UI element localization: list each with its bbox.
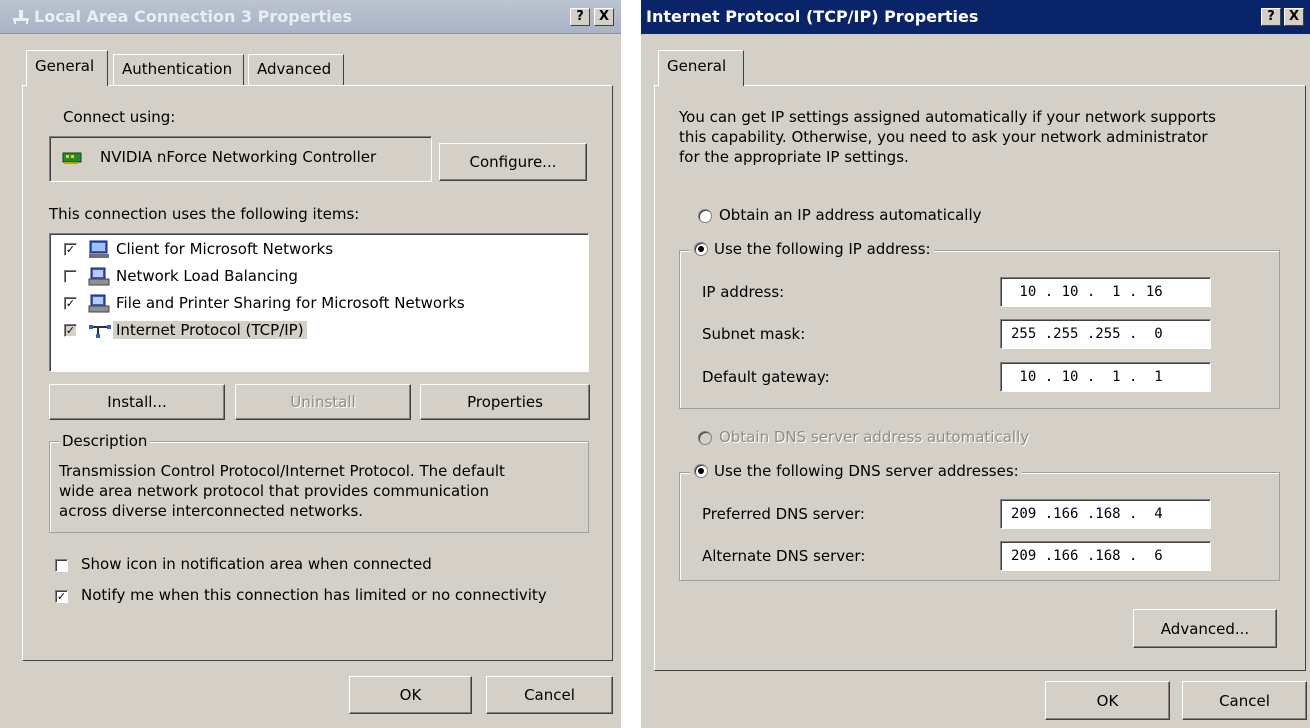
network-connection-icon — [12, 7, 30, 29]
subnet-mask-input[interactable]: 255 .255 .255 . 0 — [1000, 319, 1211, 349]
show-icon-checkbox[interactable] — [55, 559, 68, 572]
adapter-field: NVIDIA nForce Networking Controller — [49, 136, 432, 182]
default-gateway-input[interactable]: 10 . 10 . 1 . 1 — [1000, 362, 1211, 392]
tab-general[interactable]: General — [26, 50, 108, 86]
tcpip-properties-window: Internet Protocol (TCP/IP) Properties ? … — [641, 0, 1310, 728]
configure-button[interactable]: Configure... — [439, 143, 587, 181]
adapter-name: NVIDIA nForce Networking Controller — [100, 148, 377, 166]
subnet-mask-label: Subnet mask: — [702, 325, 806, 343]
show-icon-label[interactable]: Show icon in notification area when conn… — [81, 555, 432, 573]
help-button[interactable]: ? — [570, 8, 590, 26]
obtain-dns-auto-label[interactable]: Obtain DNS server address automatically — [719, 428, 1029, 446]
obtain-dns-auto-radio[interactable] — [698, 431, 712, 445]
dns-server-group: Use the following DNS server addresses: … — [679, 462, 1280, 581]
list-item[interactable]: Network Load Balancing — [50, 263, 588, 290]
obtain-ip-auto-radio[interactable] — [698, 209, 712, 223]
ip-address-group: Use the following IP address: IP address… — [679, 240, 1280, 409]
items-label: This connection uses the following items… — [49, 205, 360, 223]
network-adapter-icon — [62, 150, 84, 170]
list-item[interactable]: ✓ Client for Microsoft Networks — [50, 236, 588, 263]
close-button[interactable]: X — [1284, 8, 1304, 26]
left-window-title: Local Area Connection 3 Properties — [34, 7, 352, 26]
use-following-ip-radio[interactable] — [694, 242, 708, 256]
network-protocol-icon — [88, 321, 112, 345]
cancel-button[interactable]: Cancel — [486, 676, 613, 714]
item-checkbox[interactable]: ✓ — [64, 324, 77, 337]
tab-authentication[interactable]: Authentication — [113, 54, 244, 86]
alternate-dns-input[interactable]: 209 .166 .168 . 6 — [1000, 541, 1211, 571]
list-item[interactable]: ✓ File and Printer Sharing for Microsoft… — [50, 290, 588, 317]
item-checkbox[interactable]: ✓ — [64, 297, 77, 310]
uninstall-button[interactable]: Uninstall — [235, 384, 411, 420]
intro-line-1: You can get IP settings assigned automat… — [679, 108, 1216, 126]
notify-checkbox[interactable]: ✓ — [55, 590, 68, 603]
cancel-button[interactable]: Cancel — [1182, 681, 1307, 720]
right-window-title: Internet Protocol (TCP/IP) Properties — [646, 7, 979, 26]
item-checkbox[interactable]: ✓ — [64, 243, 77, 256]
ok-button[interactable]: OK — [1045, 681, 1170, 720]
network-service-icon — [88, 267, 110, 291]
item-label: Internet Protocol (TCP/IP) — [113, 321, 307, 339]
description-line-3: across diverse interconnected networks. — [59, 502, 364, 520]
ip-address-label: IP address: — [702, 283, 785, 301]
alternate-dns-label: Alternate DNS server: — [702, 547, 866, 565]
default-gateway-label: Default gateway: — [702, 368, 830, 386]
use-ip-caption: Use the following IP address: — [690, 240, 934, 258]
intro-line-3: for the appropriate IP settings. — [679, 148, 909, 166]
use-dns-caption: Use the following DNS server addresses: — [690, 462, 1022, 480]
description-group: Description Transmission Control Protoco… — [49, 432, 589, 533]
notify-label[interactable]: Notify me when this connection has limit… — [81, 586, 547, 604]
preferred-dns-label: Preferred DNS server: — [702, 505, 865, 523]
intro-line-2: this capability. Otherwise, you need to … — [679, 128, 1208, 146]
help-button[interactable]: ? — [1261, 8, 1281, 26]
install-button[interactable]: Install... — [49, 384, 225, 420]
description-line-2: wide area network protocol that provides… — [59, 482, 489, 500]
network-client-icon — [88, 240, 110, 264]
network-service-icon — [88, 294, 110, 318]
item-checkbox[interactable] — [64, 270, 77, 283]
local-area-connection-properties-window: Local Area Connection 3 Properties ? X G… — [0, 0, 621, 728]
advanced-button[interactable]: Advanced... — [1133, 609, 1277, 648]
use-following-dns-radio[interactable] — [694, 464, 708, 478]
connect-using-label: Connect using: — [63, 108, 176, 126]
description-line-1: Transmission Control Protocol/Internet P… — [59, 462, 505, 480]
close-button[interactable]: X — [594, 8, 614, 26]
ok-button[interactable]: OK — [349, 676, 472, 714]
item-label: File and Printer Sharing for Microsoft N… — [116, 294, 465, 312]
preferred-dns-input[interactable]: 209 .166 .168 . 4 — [1000, 499, 1211, 529]
tab-advanced[interactable]: Advanced — [248, 54, 344, 86]
components-list[interactable]: ✓ Client for Microsoft Networks Network … — [49, 233, 589, 372]
description-caption: Description — [59, 432, 151, 450]
right-title-bar[interactable]: Internet Protocol (TCP/IP) Properties ? … — [641, 0, 1310, 34]
item-label: Network Load Balancing — [116, 267, 298, 285]
use-following-ip-label[interactable]: Use the following IP address: — [714, 240, 931, 258]
left-title-bar[interactable]: Local Area Connection 3 Properties ? X — [0, 0, 621, 34]
list-item[interactable]: ✓ Internet Protocol (TCP/IP) — [50, 317, 588, 344]
obtain-ip-auto-label[interactable]: Obtain an IP address automatically — [719, 206, 982, 224]
tcpip-general-panel: You can get IP settings assigned automat… — [654, 85, 1306, 671]
ip-address-input[interactable]: 10 . 10 . 1 . 16 — [1000, 277, 1211, 307]
tab-general[interactable]: General — [658, 50, 744, 86]
general-tab-panel: Connect using: NVIDIA nForce Networking … — [22, 85, 613, 661]
use-following-dns-label[interactable]: Use the following DNS server addresses: — [714, 462, 1019, 480]
item-label: Client for Microsoft Networks — [116, 240, 334, 258]
properties-button[interactable]: Properties — [420, 384, 590, 420]
